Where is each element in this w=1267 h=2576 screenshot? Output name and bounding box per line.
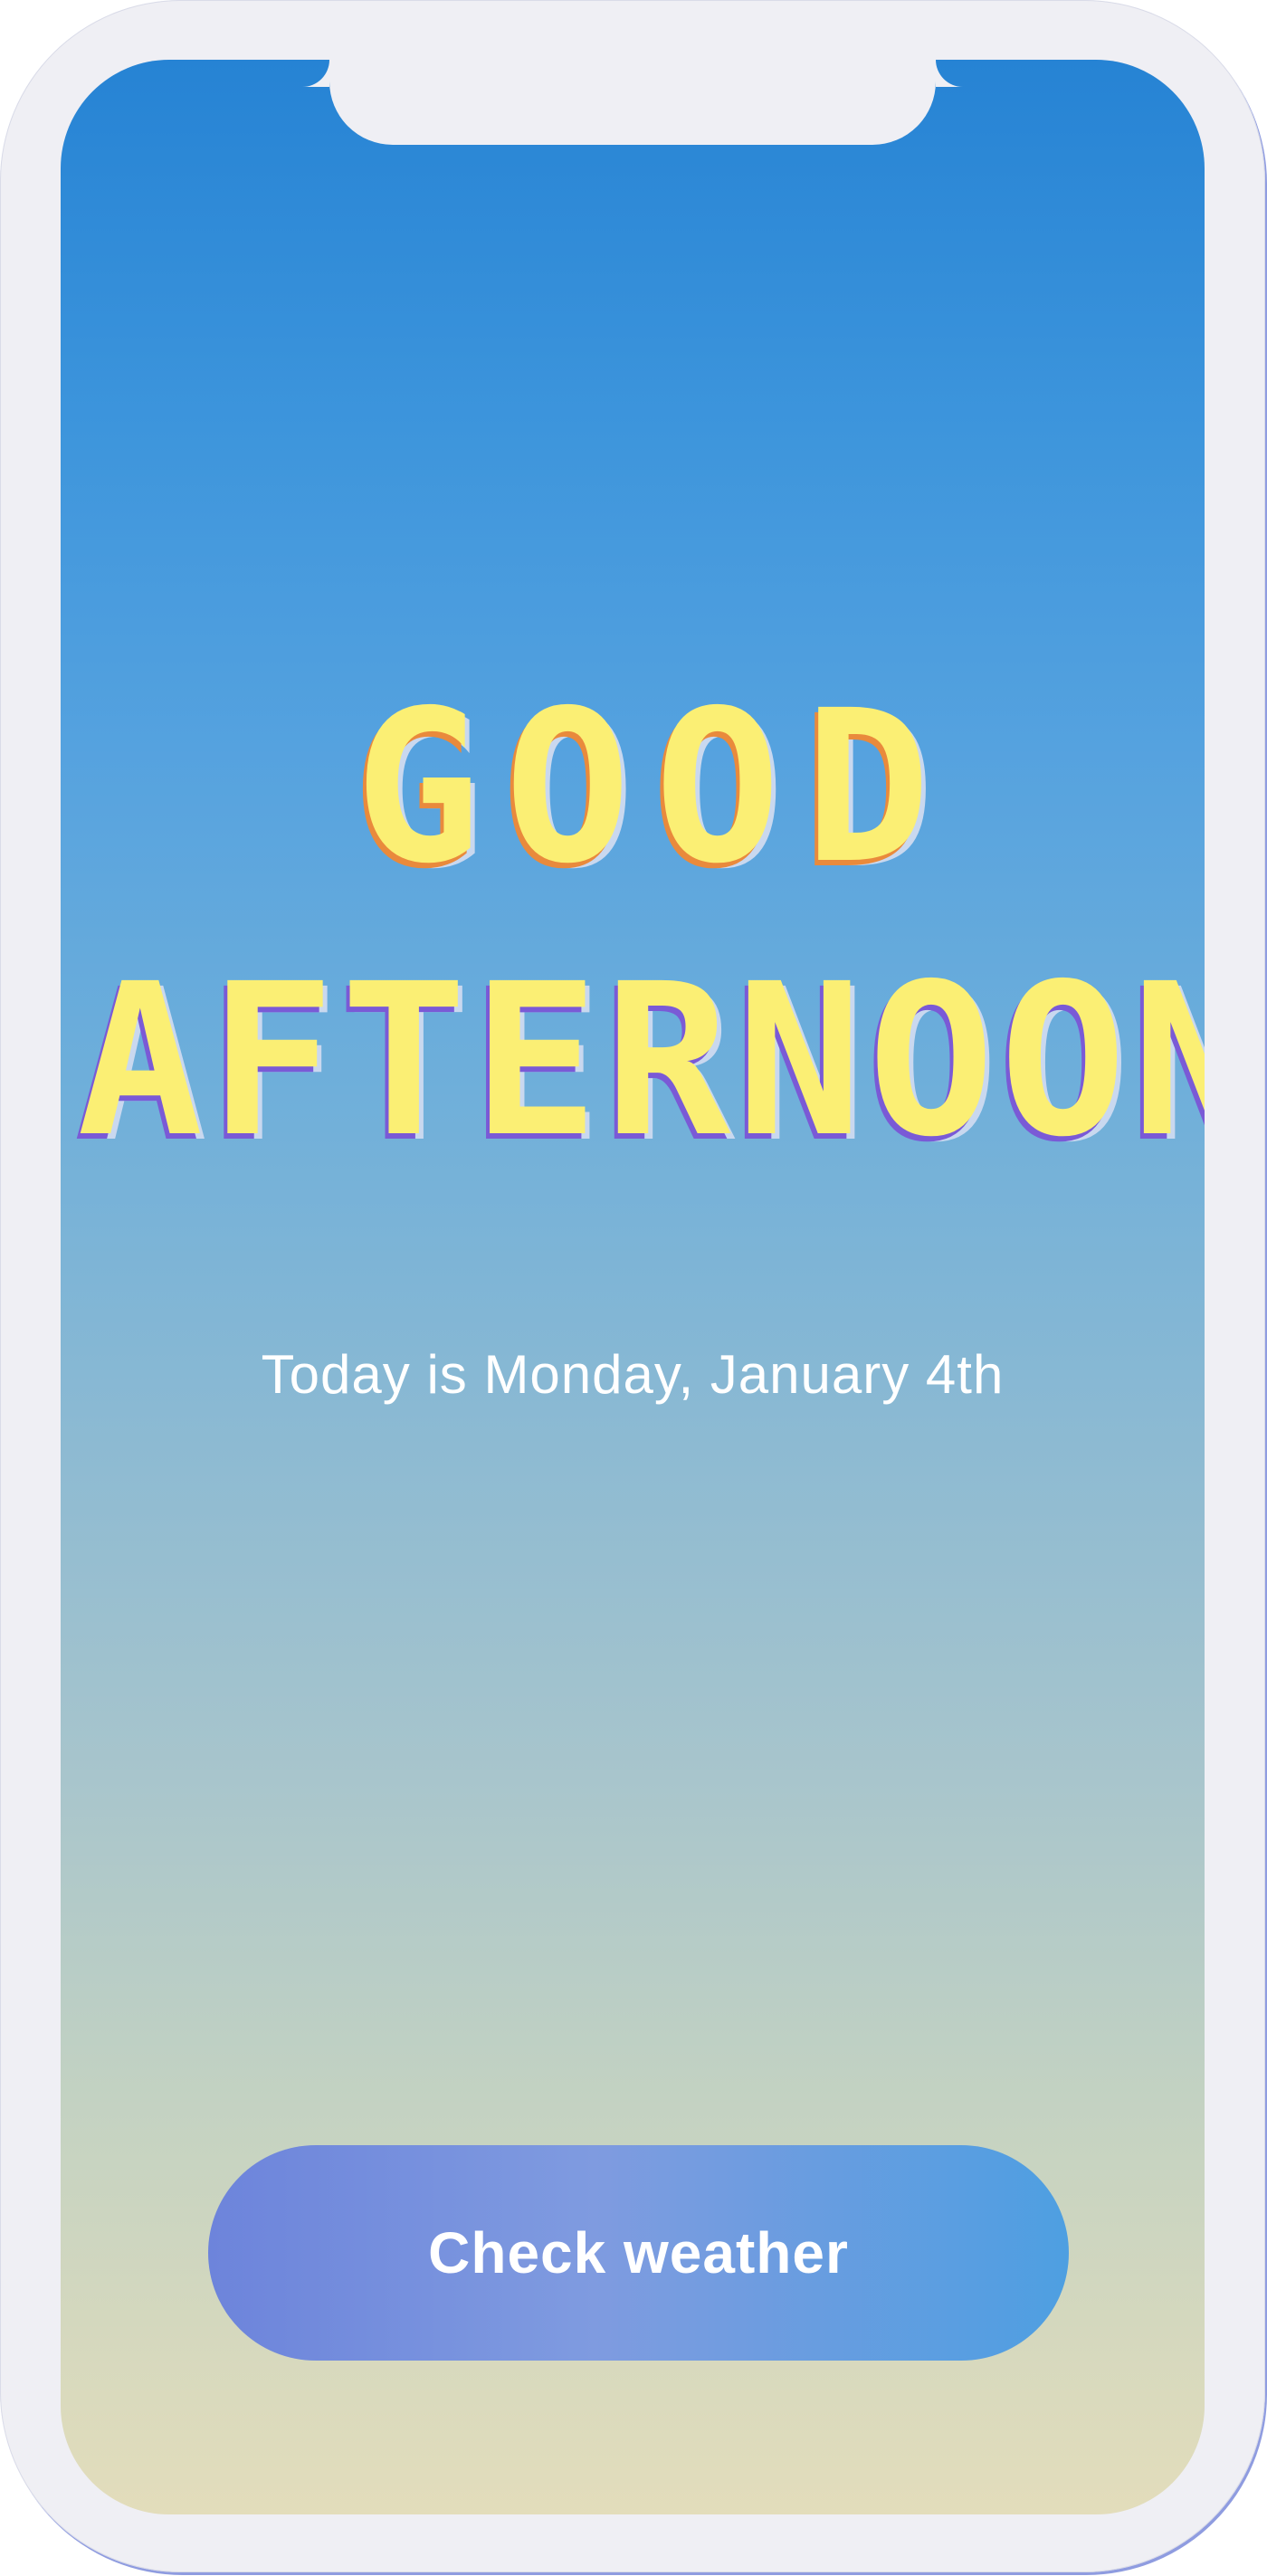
greeting-title-line1: GOOD bbox=[354, 665, 955, 910]
notch-corner-left bbox=[302, 60, 329, 87]
date-subtitle: Today is Monday, January 4th bbox=[261, 1344, 1005, 1405]
app-screen: GOOD AFTERNOON Today is Monday, January … bbox=[61, 60, 1205, 2514]
greeting-title-line2: AFTERNOON bbox=[77, 939, 1205, 1183]
check-weather-button-label: Check weather bbox=[428, 2220, 849, 2285]
notch-corner-right bbox=[936, 60, 963, 87]
check-weather-button[interactable]: Check weather bbox=[208, 2145, 1069, 2361]
phone-frame: GOOD AFTERNOON Today is Monday, January … bbox=[0, 0, 1265, 2572]
device-notch bbox=[329, 60, 936, 145]
